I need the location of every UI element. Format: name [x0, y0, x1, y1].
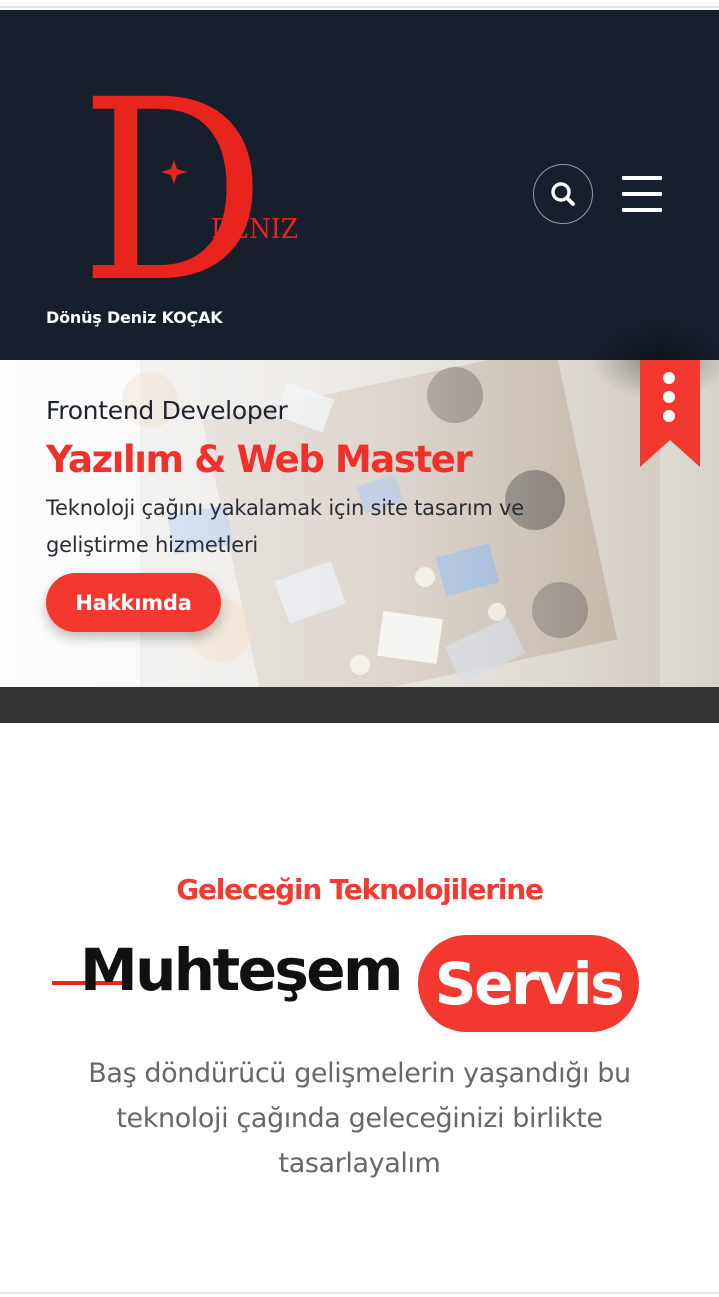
logo-word: DENIZ: [211, 214, 298, 245]
hero-pretitle: Frontend Developer: [46, 396, 288, 425]
section-description: Baş döndürücü gelişmelerin yaşandığı bu …: [88, 1058, 631, 1179]
hero-description: Teknoloji çağını yakalamak için site tas…: [46, 496, 525, 557]
top-border: [0, 0, 719, 8]
hero-title: Yazılım & Web Master: [46, 438, 473, 481]
section-divider: [0, 1292, 719, 1294]
ribbon-menu-button[interactable]: [640, 360, 700, 467]
menu-bar: [622, 192, 662, 196]
about-button[interactable]: Hakkımda: [46, 573, 221, 632]
menu-bar: [622, 176, 662, 180]
section-highlight-badge: Servis: [418, 935, 639, 1032]
site-header: D DENIZ Dönüş Deniz KOÇAK: [0, 10, 719, 360]
hero-bottom-strip: [0, 687, 719, 723]
hero-banner: Frontend Developer Yazılım & Web Master …: [0, 360, 719, 687]
section-title: Muhteşem: [80, 936, 403, 1004]
search-icon: [551, 182, 575, 206]
menu-bar: [622, 208, 662, 212]
services-intro: Geleceğin Teknolojilerine Muhteşem Servi…: [0, 723, 719, 1293]
menu-button[interactable]: [620, 175, 664, 213]
more-vertical-icon: [663, 372, 675, 422]
brand-name[interactable]: Dönüş Deniz KOÇAK: [46, 308, 223, 327]
search-button[interactable]: [533, 164, 593, 224]
section-pretitle: Geleceğin Teknolojilerine: [176, 873, 544, 906]
site-logo[interactable]: D DENIZ: [70, 58, 310, 298]
